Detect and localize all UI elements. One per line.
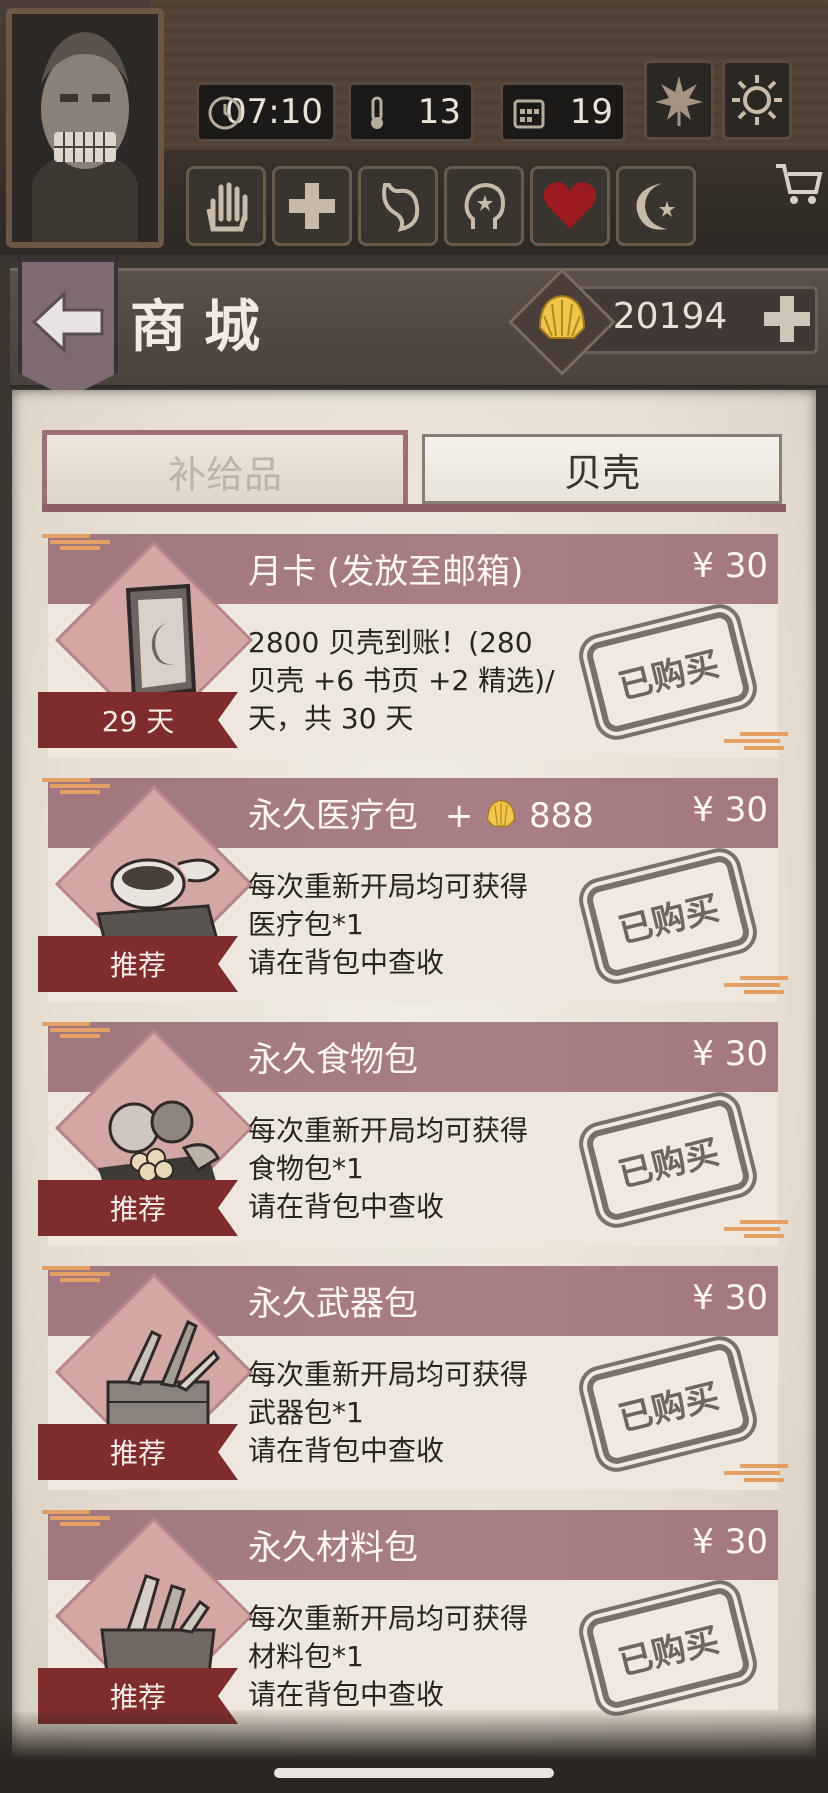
time-display: 07:10: [196, 82, 336, 142]
tab-underline: [42, 504, 786, 512]
mind-status-button[interactable]: [444, 166, 524, 246]
product-price: ¥ 30: [692, 546, 768, 586]
recommended-ribbon: 推荐: [38, 936, 238, 992]
remaining-days-ribbon: 29 天: [38, 692, 238, 748]
clock-icon: [208, 96, 242, 130]
cloud-ornament-icon: [724, 1464, 788, 1482]
weather-indicator[interactable]: [722, 60, 792, 140]
temperature-value: 13: [417, 92, 461, 132]
bottom-vignette: [0, 1710, 828, 1793]
cloud-ornament-icon: [42, 534, 110, 550]
tab-shells[interactable]: 贝壳: [422, 434, 782, 504]
hand-status-button[interactable]: [186, 166, 266, 246]
cloud-ornament-icon: [42, 778, 110, 794]
product-description: 每次重新开局均可获得 食物包*1 请在背包中查收: [248, 1114, 529, 1223]
season-indicator[interactable]: [644, 60, 714, 140]
stomach-icon: [382, 183, 420, 232]
product-card-food[interactable]: 永久食物包 ¥ 30 推荐 每次重新开局均可获得 食物包*1 请在背包中查收 已…: [38, 1022, 788, 1246]
product-description: 每次重新开局均可获得 医疗包*1 请在背包中查收: [248, 870, 529, 979]
shopping-cart-icon[interactable]: [772, 158, 824, 210]
character-face-icon: [12, 14, 158, 242]
health-status-button[interactable]: [272, 166, 352, 246]
heart-icon: [543, 182, 597, 229]
product-name: 月卡 (发放至邮箱): [248, 552, 524, 592]
product-name: 永久医疗包 + 888: [248, 788, 594, 837]
add-shells-plus-icon[interactable]: [760, 292, 814, 346]
page-title: 商城: [130, 294, 278, 360]
product-price: ¥ 30: [692, 1034, 768, 1074]
purchased-stamp: 已购买: [584, 1585, 752, 1711]
sleep-status-button[interactable]: [616, 166, 696, 246]
purchased-stamp: 已购买: [584, 1341, 752, 1467]
recommended-ribbon: 推荐: [38, 1424, 238, 1480]
moon-icon: [636, 183, 675, 230]
day-value: 19: [569, 92, 613, 132]
product-description: 2800 贝壳到账！(280 贝壳 +6 书页 +2 精选)/ 天，共 30 天: [248, 626, 555, 735]
cloud-ornament-icon: [724, 976, 788, 994]
product-card-material[interactable]: 永久材料包 ¥ 30 推荐 每次重新开局均可获得 材料包*1 请在背包中查收 已…: [38, 1510, 778, 1724]
product-card-weapon[interactable]: 永久武器包 ¥ 30 推荐 每次重新开局均可获得 武器包*1 请在背包中查收 已…: [38, 1266, 788, 1490]
character-portrait[interactable]: [6, 8, 164, 248]
thermometer-icon: [371, 96, 383, 129]
product-name: 永久武器包: [248, 1284, 418, 1324]
tab-supplies-label: 补给品: [167, 453, 282, 497]
calendar-icon: [513, 99, 545, 129]
product-card-medical[interactable]: 永久医疗包 + 888 ¥ 30 推荐 每次重新开局均可获得 医疗包*1 请在背…: [38, 778, 788, 1002]
recommended-ribbon: 推荐: [38, 1180, 238, 1236]
cloud-ornament-icon: [42, 1510, 110, 1526]
shell-icon: [538, 294, 586, 339]
purchased-stamp: 已购买: [584, 1097, 752, 1223]
leaf-icon: [655, 76, 703, 126]
bonus-shell-amount: 888: [528, 796, 594, 836]
product-name-text: 永久医疗包: [248, 796, 418, 836]
head-icon: [464, 182, 506, 229]
tab-supplies[interactable]: 补给品: [42, 430, 408, 508]
purchased-stamp: 已购买: [584, 853, 752, 979]
medical-cross-icon: [289, 183, 335, 229]
product-name: 永久材料包: [248, 1528, 418, 1568]
product-price: ¥ 30: [692, 1278, 768, 1318]
cloud-ornament-icon: [724, 732, 788, 750]
back-arrow-icon[interactable]: [30, 290, 106, 354]
temperature-display: 13: [348, 82, 474, 142]
home-indicator[interactable]: [274, 1768, 554, 1778]
cloud-ornament-icon: [42, 1022, 110, 1038]
shell-icon: [487, 800, 516, 827]
product-price: ¥ 30: [692, 1522, 768, 1562]
sun-icon: [732, 75, 782, 125]
hunger-status-button[interactable]: [358, 166, 438, 246]
shell-balance-value: 20194: [612, 296, 728, 337]
heart-status-button[interactable]: [530, 166, 610, 246]
hand-icon: [206, 182, 248, 232]
cloud-ornament-icon: [42, 1266, 110, 1282]
cloud-ornament-icon: [724, 1220, 788, 1238]
bonus-plus: +: [444, 796, 474, 836]
product-name: 永久食物包: [248, 1040, 418, 1080]
purchased-stamp: 已购买: [584, 609, 752, 735]
product-description: 每次重新开局均可获得 材料包*1 请在背包中查收: [248, 1602, 529, 1711]
day-display: 19: [500, 82, 626, 142]
product-price: ¥ 30: [692, 790, 768, 830]
product-description: 每次重新开局均可获得 武器包*1 请在背包中查收: [248, 1358, 529, 1467]
tab-shells-label: 贝壳: [563, 450, 640, 495]
product-card-monthly[interactable]: 月卡 (发放至邮箱) ¥ 30 29 天 2800 贝壳到账！(280 贝壳 +…: [38, 534, 788, 758]
